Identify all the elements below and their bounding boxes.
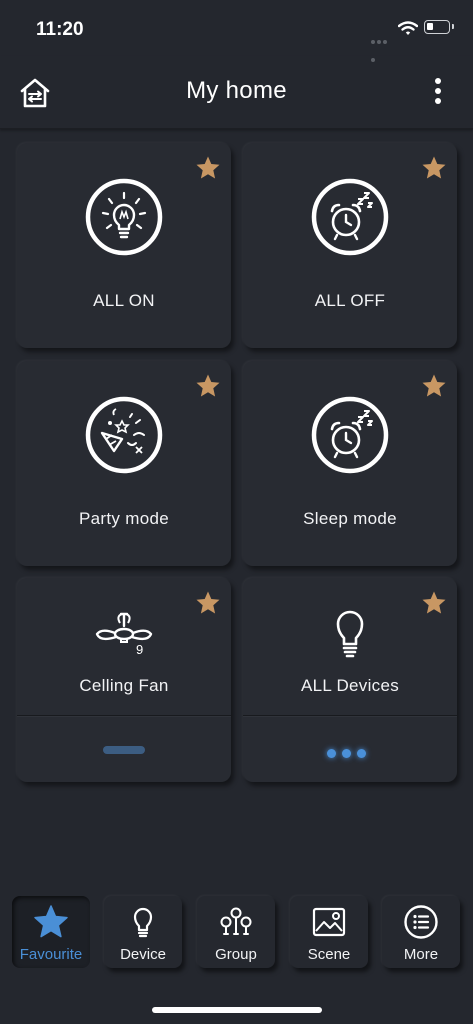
lightbulb-icon xyxy=(133,907,153,938)
fan-speed-slider[interactable] xyxy=(103,746,145,754)
nav-label: Device xyxy=(120,946,166,963)
favourite-star-icon[interactable] xyxy=(195,590,221,616)
list-circle-icon xyxy=(404,905,438,939)
device-card-celling-fan[interactable]: 9 Celling Fan xyxy=(17,578,231,782)
favourite-star-icon[interactable] xyxy=(421,373,447,399)
card-label: Celling Fan xyxy=(79,676,169,695)
party-popper-icon xyxy=(85,396,163,474)
alarm-clock-icon xyxy=(311,178,389,256)
card-label: Sleep mode xyxy=(303,509,397,528)
loading-indicator xyxy=(327,745,377,758)
ceiling-fan-icon xyxy=(95,612,153,643)
nav-label: More xyxy=(403,946,439,963)
card-label: ALL ON xyxy=(93,291,155,310)
wifi-icon xyxy=(398,21,418,35)
scene-card-all-on[interactable]: ALL ON xyxy=(17,143,231,348)
card-label: Party mode xyxy=(79,509,169,528)
bulb-group-icon xyxy=(220,907,252,935)
lightbulb-icon xyxy=(85,178,163,256)
device-card-all-devices[interactable]: ALL Devices xyxy=(243,578,457,782)
app-header: My home xyxy=(0,56,473,129)
bottom-nav: Favourite Device Group Scene More xyxy=(0,890,473,974)
status-time: 11:20 xyxy=(36,19,84,40)
card-label: ALL Devices xyxy=(300,676,400,695)
fan-speed-badge: 9 xyxy=(136,642,144,657)
star-icon xyxy=(34,905,68,938)
status-bar: 11:20 xyxy=(0,0,473,62)
nav-label: Group xyxy=(215,946,257,963)
nav-label: Scene xyxy=(307,946,351,963)
favourite-star-icon[interactable] xyxy=(195,155,221,181)
nav-favourite[interactable]: Favourite xyxy=(12,896,90,968)
alarm-clock-icon xyxy=(311,396,389,474)
scene-card-sleep-mode[interactable]: Sleep mode xyxy=(243,361,457,566)
more-options-icon[interactable] xyxy=(428,76,448,110)
image-icon xyxy=(312,907,346,937)
nav-group[interactable]: Group xyxy=(197,896,275,968)
favourite-star-icon[interactable] xyxy=(195,373,221,399)
page-title: My home xyxy=(186,77,287,104)
favourite-star-icon[interactable] xyxy=(421,155,447,181)
scene-card-all-off[interactable]: ALL OFF xyxy=(243,143,457,348)
nav-label: Favourite xyxy=(19,946,83,963)
card-divider xyxy=(17,715,231,716)
scene-card-party-mode[interactable]: Party mode xyxy=(17,361,231,566)
signal-icon xyxy=(371,31,393,62)
nav-device[interactable]: Device xyxy=(104,896,182,968)
battery-icon xyxy=(424,20,454,34)
card-divider xyxy=(243,715,457,716)
home-indicator[interactable] xyxy=(152,1007,322,1013)
card-label: ALL OFF xyxy=(314,291,386,310)
lightbulb-outline-icon xyxy=(336,610,364,658)
favourite-star-icon[interactable] xyxy=(421,590,447,616)
nav-more[interactable]: More xyxy=(382,896,460,968)
nav-scene[interactable]: Scene xyxy=(290,896,368,968)
